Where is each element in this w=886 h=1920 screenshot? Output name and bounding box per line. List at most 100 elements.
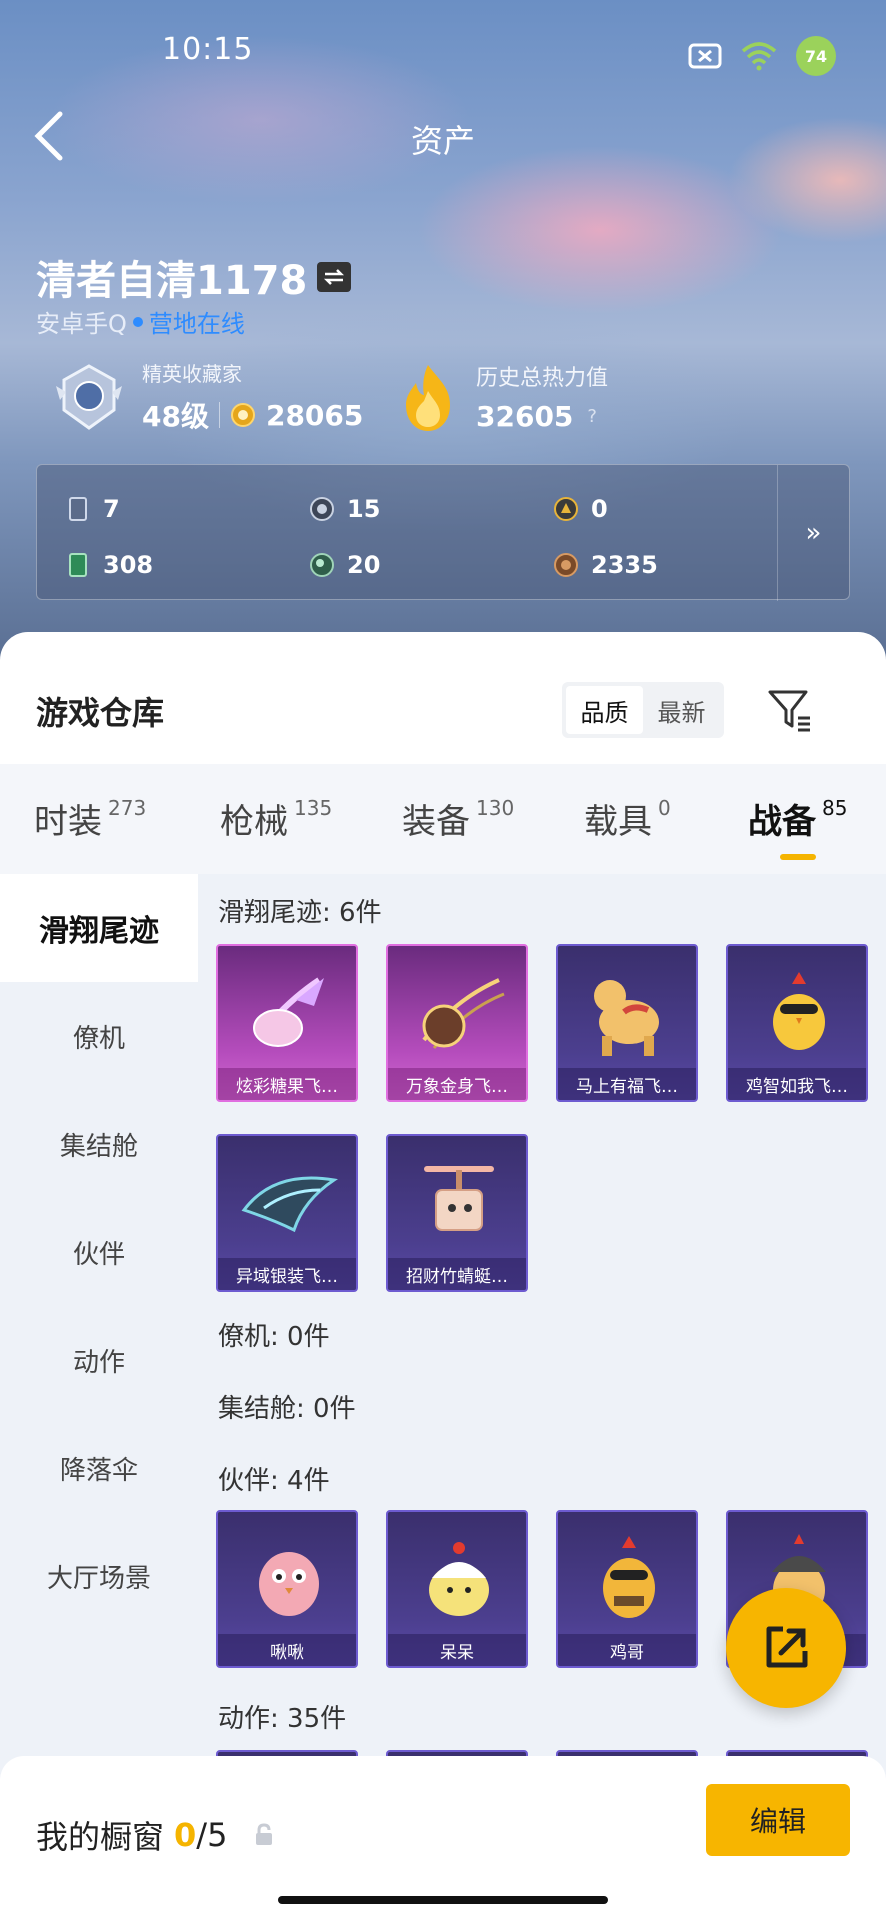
status-bar: 10:15 74 [0,0,886,100]
item-name: 啾啾 [218,1634,356,1666]
tab-count: 85 [822,796,848,820]
bronze-coin-icon [554,553,578,577]
tab-label: 枪械 [220,802,288,842]
rank-title: 精英收藏家 [142,362,242,386]
tab-weapons[interactable]: 枪械 135 [220,794,332,843]
tab-battle-gear[interactable]: 战备 85 [748,794,847,843]
gold-badge-icon [554,497,578,521]
tab-fashion[interactable]: 时装 273 [34,794,146,843]
tab-count: 130 [476,796,515,820]
online-dot-icon [132,316,143,327]
item-name: 呆呆 [388,1634,526,1666]
item-card[interactable]: 异域银装飞… [216,1134,358,1292]
stat-item: 2335 [553,551,658,579]
home-indicator[interactable] [278,1896,608,1904]
tab-label: 时装 [34,802,102,842]
side-item-wingman[interactable]: 僚机 [0,982,198,1090]
item-name: 鸡哥 [558,1634,696,1666]
tab-count: 0 [658,796,671,820]
side-item-partner[interactable]: 伙伴 [0,1198,198,1306]
bamboo-copter-icon [424,1166,494,1231]
item-name: 异域银装飞… [218,1258,356,1290]
user-name-text: 清者自清1178 [36,258,308,304]
flame-icon [406,364,450,431]
share-button[interactable] [726,1588,846,1708]
showcase-label: 我的橱窗 [36,1818,165,1856]
currency-stats-panel[interactable]: 7 15 0 308 20 2335 » [36,464,850,601]
share-icon [766,1626,808,1668]
horse-icon [594,980,659,1056]
section-title-action: 动作: 35件 [218,1704,347,1734]
category-tabs: 时装 273 枪械 135 装备 130 载具 0 战备 85 [0,764,886,874]
edit-button[interactable]: 编辑 [706,1784,850,1856]
status-time: 10:15 [162,32,254,67]
egg-chick-icon [429,1542,489,1616]
tab-equipment[interactable]: 装备 130 [402,794,514,843]
item-name: 鸡智如我飞… [728,1068,866,1100]
section-title-partner: 伙伴: 4件 [218,1466,330,1496]
stat-value: 7 [103,495,120,523]
online-status: 营地在线 [148,310,245,338]
section-title-glide: 滑翔尾迹: 6件 [218,898,382,928]
sort-toggle[interactable]: 品质 最新 [562,682,724,738]
tab-count: 273 [108,796,147,820]
item-name: 马上有福飞… [558,1068,696,1100]
item-card[interactable]: 炫彩糖果飞… [216,944,358,1102]
item-name: 炫彩糖果飞… [218,1068,356,1100]
showcase-bar: 我的橱窗 0/5 编辑 [0,1756,886,1920]
user-name: 清者自清1178 [36,248,352,306]
candy-trail-icon [253,977,324,1047]
page-title: 资产 [410,122,475,160]
side-item-pod[interactable]: 集结舱 [0,1090,198,1198]
battery-indicator: 74 [796,36,836,76]
item-name: 招财竹蜻蜓… [388,1258,526,1290]
stat-value: 15 [347,495,381,523]
side-item-parachute[interactable]: 降落伞 [0,1414,198,1522]
item-card[interactable]: 呆呆 [386,1510,528,1668]
stat-item: 15 [309,495,380,523]
heat-value-block[interactable]: 历史总热力值 32605 ? [398,360,608,433]
warehouse-sheet: 游戏仓库 品质 最新 时装 273 枪械 135 装备 130 载具 0 战备 … [0,632,886,1920]
heat-value: 32605 [476,400,574,433]
expand-stats-button[interactable]: » [777,465,849,601]
side-item-lobby-scene[interactable]: 大厅场景 [0,1522,198,1630]
switch-account-icon[interactable] [317,262,352,292]
tab-vehicles[interactable]: 载具 0 [584,794,671,843]
item-card[interactable]: 马上有福飞… [556,944,698,1102]
item-card[interactable]: 鸡哥 [556,1510,698,1668]
stat-value: 308 [103,551,154,579]
sim-blocked-icon [688,43,722,69]
showcase-count-total: /5 [196,1816,228,1854]
stat-item: 20 [309,551,380,579]
section-title-wingman: 僚机: 0件 [218,1322,330,1352]
stat-item: 7 [65,495,120,523]
lock-icon [256,1823,273,1845]
collector-badge-icon [56,363,122,430]
silver-wing-trail-icon [241,1176,338,1233]
sort-newest[interactable]: 最新 [643,686,720,734]
filter-icon[interactable] [766,686,814,734]
collector-rank[interactable]: 精英收藏家 48级 28065 [54,358,363,435]
tab-count: 135 [294,796,333,820]
sort-quality[interactable]: 品质 [566,686,643,734]
item-card[interactable]: 啾啾 [216,1510,358,1668]
item-card[interactable]: 招财竹蜻蜓… [386,1134,528,1292]
card-icon [69,497,87,521]
item-card[interactable]: 鸡智如我飞… [726,944,868,1102]
section-title-pod: 集结舱: 0件 [218,1394,356,1424]
green-orb-icon [310,553,334,577]
stat-value: 20 [347,551,381,579]
tab-label: 载具 [584,802,652,842]
cool-chicken-icon [603,1536,655,1618]
item-card[interactable]: 万象金身飞… [386,944,528,1102]
heat-title: 历史总热力值 [476,366,609,391]
side-item-glide-trail[interactable]: 滑翔尾迹 [0,874,198,982]
help-icon[interactable]: ? [587,406,597,427]
platform-info: 安卓手Q 营地在线 [36,304,245,339]
side-item-action[interactable]: 动作 [0,1306,198,1414]
chicken-icon [773,972,825,1050]
meteor-trail-icon [422,978,505,1049]
tab-label: 战备 [748,802,816,842]
showcase-info: 我的橱窗 0/5 [36,1812,275,1858]
collector-points: 28065 [265,398,364,432]
